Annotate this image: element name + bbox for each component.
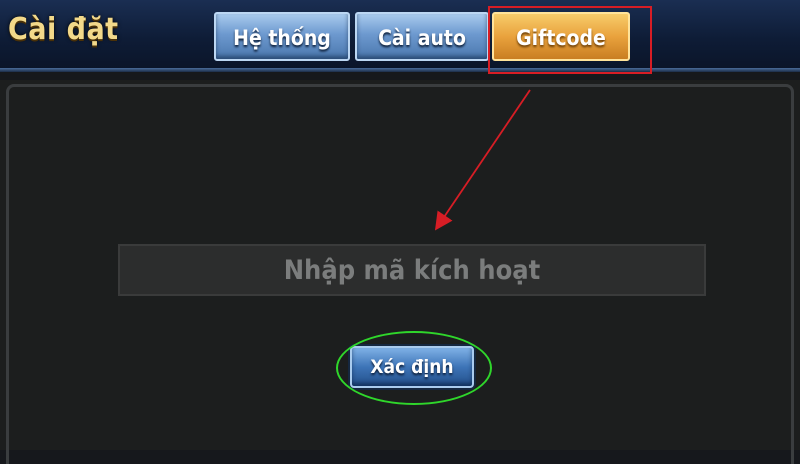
page-title: Cài đặt — [8, 12, 119, 47]
tab-he-thong[interactable]: Hệ thống — [214, 12, 350, 61]
giftcode-tab-highlight-box — [488, 6, 652, 74]
tab-cai-auto[interactable]: Cài auto — [355, 12, 489, 61]
giftcode-input[interactable] — [118, 244, 706, 296]
confirm-button-highlight-ellipse — [336, 331, 492, 405]
